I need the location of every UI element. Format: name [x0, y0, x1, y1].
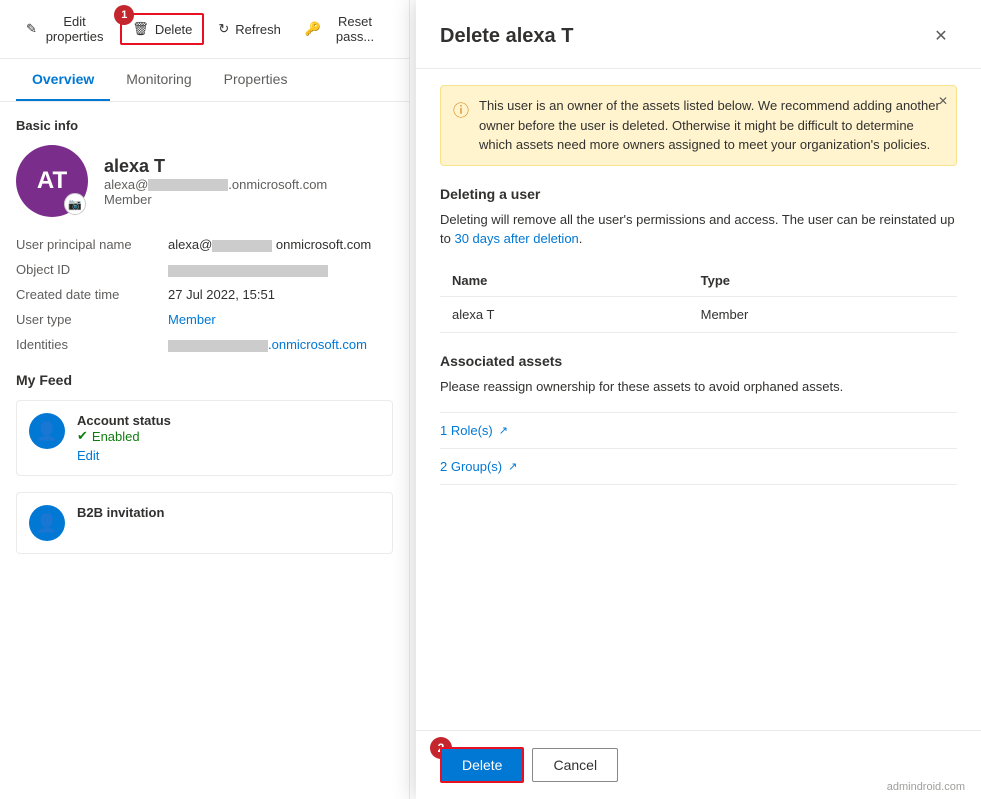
properties-grid: User principal name alexa@ onmicrosoft.c…: [16, 237, 393, 352]
warning-close-button[interactable]: ✕: [938, 94, 948, 108]
feed-content-b2b: B2B invitation: [77, 505, 164, 520]
edit-properties-button[interactable]: ✎ Edit properties: [16, 8, 116, 50]
dialog-title: Delete alexa T: [440, 25, 573, 48]
tab-properties[interactable]: Properties: [208, 59, 304, 101]
prop-value-usertype[interactable]: Member: [168, 312, 393, 327]
prop-label-upn: User principal name: [16, 237, 156, 252]
prop-label-created: Created date time: [16, 287, 156, 302]
toolbar: ✎ Edit properties 1 🗑 Delete ↻ Refresh 🔑…: [0, 0, 409, 59]
row-type: Member: [689, 296, 957, 332]
my-feed-title: My Feed: [16, 372, 393, 388]
delete-icon: 🗑: [132, 21, 149, 37]
prop-value-identities[interactable]: .onmicrosoft.com: [168, 337, 393, 352]
warning-icon: ⓘ: [453, 97, 469, 121]
prop-label-usertype: User type: [16, 312, 156, 327]
refresh-icon: ↻: [218, 21, 229, 37]
ext-link-icon-groups: ↗: [508, 460, 517, 473]
user-role: Member: [104, 192, 327, 207]
enabled-icon: ✔: [77, 428, 88, 444]
b2b-title: B2B invitation: [77, 505, 164, 520]
feed-content-account: Account status ✔ Enabled Edit: [77, 413, 171, 463]
warning-text: This user is an owner of the assets list…: [479, 96, 944, 155]
delete-btn-wrap: 2 Delete: [440, 747, 524, 783]
col-name: Name: [440, 265, 689, 297]
user-info: alexa T alexa@.onmicrosoft.com Member: [104, 156, 327, 207]
tab-overview[interactable]: Overview: [16, 59, 110, 101]
table-row: alexa T Member: [440, 296, 957, 332]
refresh-button[interactable]: ↻ Refresh: [208, 15, 290, 43]
user-name: alexa T: [104, 156, 327, 177]
groups-link[interactable]: 2 Group(s) ↗: [440, 449, 957, 485]
watermark: admindroid.com: [887, 781, 965, 793]
ext-link-icon-roles: ↗: [499, 424, 508, 437]
feed-item-b2b: 👤 B2B invitation: [16, 492, 393, 554]
key-icon: 🔑: [305, 21, 321, 37]
dialog-cancel-button[interactable]: Cancel: [532, 748, 618, 782]
prop-label-objectid: Object ID: [16, 262, 156, 277]
edit-account-link[interactable]: Edit: [77, 448, 171, 463]
delete-button-wrap: 1 🗑 Delete: [120, 13, 204, 45]
feed-item-account-status: 👤 Account status ✔ Enabled Edit: [16, 400, 393, 476]
dialog-delete-button[interactable]: Delete: [440, 747, 524, 783]
account-status-value: ✔ Enabled: [77, 428, 171, 444]
prop-label-identities: Identities: [16, 337, 156, 352]
dialog-header: Delete alexa T ✕: [416, 0, 981, 69]
warning-banner: ⓘ This user is an owner of the assets li…: [440, 85, 957, 166]
dialog-close-button[interactable]: ✕: [925, 20, 957, 52]
avatar: AT 📷: [16, 145, 88, 217]
assets-section-title: Associated assets: [440, 353, 957, 369]
prop-value-objectid: [168, 262, 393, 277]
tabs: Overview Monitoring Properties: [0, 59, 409, 102]
assets-description: Please reassign ownership for these asse…: [440, 377, 957, 397]
delete-dialog: Delete alexa T ✕ ⓘ This user is an owner…: [416, 0, 981, 799]
col-type: Type: [689, 265, 957, 297]
users-table: Name Type alexa T Member: [440, 265, 957, 333]
roles-link[interactable]: 1 Role(s) ↗: [440, 412, 957, 449]
b2b-icon: 👤: [29, 505, 65, 541]
tab-monitoring[interactable]: Monitoring: [110, 59, 207, 101]
dialog-body: ⓘ This user is an owner of the assets li…: [416, 69, 981, 730]
left-content: Basic info AT 📷 alexa T alexa@.onmicroso…: [0, 102, 409, 586]
avatar-camera-button[interactable]: 📷: [64, 193, 86, 215]
user-profile: AT 📷 alexa T alexa@.onmicrosoft.com Memb…: [16, 145, 393, 217]
row-name: alexa T: [440, 296, 689, 332]
prop-value-created: 27 Jul 2022, 15:51: [168, 287, 393, 302]
deleting-description: Deleting will remove all the user's perm…: [440, 210, 957, 249]
reset-password-button[interactable]: 🔑 Reset pass...: [295, 8, 393, 50]
basic-info-title: Basic info: [16, 118, 393, 133]
edit-icon: ✎: [26, 21, 37, 37]
account-status-title: Account status: [77, 413, 171, 428]
user-email: alexa@.onmicrosoft.com: [104, 177, 327, 192]
assets-list: 1 Role(s) ↗ 2 Group(s) ↗: [440, 412, 957, 485]
deleting-section-title: Deleting a user: [440, 186, 957, 202]
prop-value-upn: alexa@ onmicrosoft.com: [168, 237, 393, 252]
account-status-icon: 👤: [29, 413, 65, 449]
